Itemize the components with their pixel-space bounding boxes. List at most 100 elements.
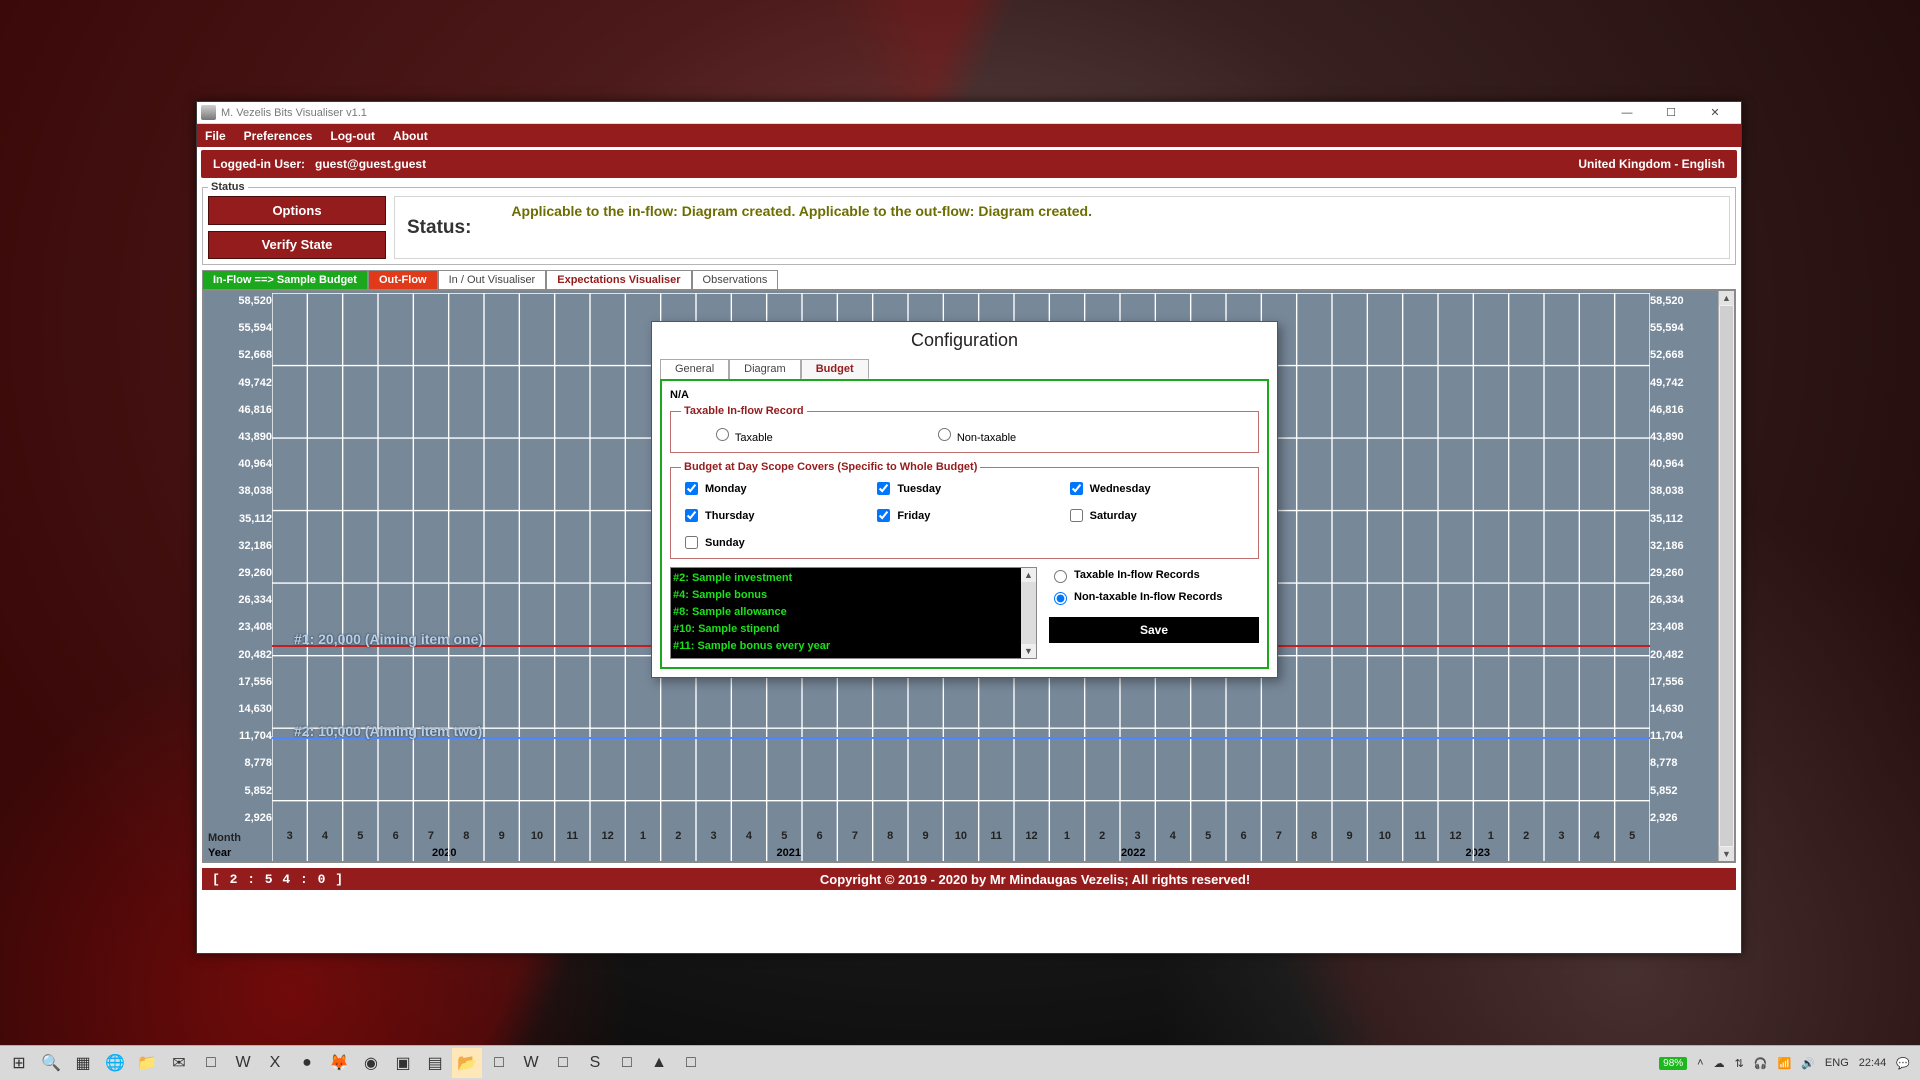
day-checkbox-input-sun[interactable]	[685, 536, 698, 549]
day-checkbox-sun[interactable]: Sunday	[681, 533, 863, 552]
taskbar-app-icon[interactable]: □	[548, 1048, 578, 1078]
tray-notifications-icon[interactable]: 💬	[1896, 1057, 1910, 1070]
tray-speaker-icon[interactable]: 🔊	[1801, 1057, 1815, 1070]
menu-about[interactable]: About	[393, 129, 428, 143]
day-checkbox-tue[interactable]: Tuesday	[873, 479, 1055, 498]
day-checkbox-input-wed[interactable]	[1070, 482, 1083, 495]
list-item[interactable]: #11: Sample bonus every year	[673, 638, 1034, 655]
day-checkbox-fri[interactable]: Friday	[873, 506, 1055, 525]
taskbar-app-icon[interactable]: 📁	[132, 1048, 162, 1078]
tray-audio-icon[interactable]: 🎧	[1754, 1057, 1768, 1070]
day-checkbox-wed[interactable]: Wednesday	[1066, 479, 1248, 498]
maximize-button[interactable]: ☐	[1649, 103, 1693, 123]
taskbar-app-icon[interactable]: ▤	[420, 1048, 450, 1078]
scroll-track[interactable]	[1021, 582, 1036, 644]
tray-cloud-icon[interactable]: ☁	[1714, 1057, 1725, 1070]
chart-scrollbar[interactable]: ▲ ▼	[1718, 291, 1734, 861]
target-annotation-1: #2: 10,000 (Aiming item two)	[294, 723, 482, 739]
day-label-sun: Sunday	[705, 537, 745, 549]
filter-nontaxable-label: Non-taxable In-flow Records	[1074, 591, 1223, 603]
verify-state-button[interactable]: Verify State	[208, 231, 386, 260]
scroll-up-icon[interactable]: ▲	[1719, 291, 1734, 305]
taskbar-app-icon[interactable]: ▦	[68, 1048, 98, 1078]
day-checkbox-input-sat[interactable]	[1070, 509, 1083, 522]
minimize-button[interactable]: —	[1605, 103, 1649, 123]
taskbar-app-icon[interactable]: 📂	[452, 1048, 482, 1078]
tray-clock[interactable]: 22:44	[1859, 1057, 1887, 1069]
nontaxable-radio-input[interactable]	[938, 428, 951, 441]
tray-chevron-icon[interactable]: ˄	[1697, 1057, 1703, 1069]
scroll-up-icon[interactable]: ▲	[1021, 568, 1036, 582]
day-checkbox-sat[interactable]: Saturday	[1066, 506, 1248, 525]
status-legend: Status	[208, 181, 248, 193]
list-item[interactable]: #8: Sample allowance	[673, 604, 1034, 621]
day-checkbox-thu[interactable]: Thursday	[681, 506, 863, 525]
day-label-mon: Monday	[705, 483, 747, 495]
save-button[interactable]: Save	[1049, 617, 1259, 643]
menu-preferences[interactable]: Preferences	[244, 129, 313, 143]
tray-network-icon[interactable]: ⇅	[1735, 1057, 1744, 1070]
listbox-scrollbar[interactable]: ▲ ▼	[1021, 568, 1036, 658]
list-item[interactable]: #2: Sample investment	[673, 570, 1034, 587]
taskbar-app-icon[interactable]: ◉	[356, 1048, 386, 1078]
tab-inflow[interactable]: In-Flow ==> Sample Budget	[202, 270, 368, 289]
taskbar-app-icon[interactable]: ✉	[164, 1048, 194, 1078]
list-item[interactable]: #10: Sample stipend	[673, 621, 1034, 638]
configuration-dialog: Configuration General Diagram Budget N/A…	[651, 321, 1278, 678]
y-tick-label: 8,778	[1650, 757, 1714, 769]
taskbar-app-icon[interactable]: S	[580, 1048, 610, 1078]
taskbar-app-icon[interactable]: ▲	[644, 1048, 674, 1078]
taskbar-app-icon[interactable]: ⊞	[4, 1048, 34, 1078]
taskbar-app-icon[interactable]: □	[612, 1048, 642, 1078]
taskbar-app-icon[interactable]: ●	[292, 1048, 322, 1078]
taxable-radio-input[interactable]	[716, 428, 729, 441]
taxable-radio[interactable]: Taxable	[711, 425, 773, 444]
filter-taxable-radio-input[interactable]	[1054, 570, 1067, 583]
tray-wifi-icon[interactable]: 📶	[1778, 1057, 1792, 1070]
day-checkbox-input-thu[interactable]	[685, 509, 698, 522]
config-tab-budget[interactable]: Budget	[801, 359, 869, 379]
menu-file[interactable]: File	[205, 129, 226, 143]
tab-outflow[interactable]: Out-Flow	[368, 270, 438, 289]
record-listbox[interactable]: #2: Sample investment#4: Sample bonus#8:…	[670, 567, 1037, 659]
day-checkbox-input-mon[interactable]	[685, 482, 698, 495]
y-tick-label: 14,630	[1650, 703, 1714, 715]
taskbar-app-icon[interactable]: □	[484, 1048, 514, 1078]
config-tab-diagram[interactable]: Diagram	[729, 359, 801, 379]
scroll-thumb[interactable]	[1720, 306, 1733, 846]
close-button[interactable]: ✕	[1693, 103, 1737, 123]
y-tick-label: 17,556	[208, 676, 272, 688]
tab-inout-visualiser[interactable]: In / Out Visualiser	[438, 270, 547, 289]
taskbar-app-icon[interactable]: W	[228, 1048, 258, 1078]
taskbar-app-icon[interactable]: □	[676, 1048, 706, 1078]
filter-taxable-radio[interactable]: Taxable In-flow Records	[1049, 567, 1259, 583]
tab-observations[interactable]: Observations	[692, 270, 779, 289]
y-tick-label: 29,260	[208, 567, 272, 579]
day-checkbox-input-tue[interactable]	[877, 482, 890, 495]
year-axis-label: Year	[204, 847, 276, 859]
titlebar[interactable]: M. Vezelis Bits Visualiser v1.1 — ☐ ✕	[197, 102, 1741, 124]
day-checkbox-mon[interactable]: Monday	[681, 479, 863, 498]
list-item[interactable]: #4: Sample bonus	[673, 587, 1034, 604]
config-tab-general[interactable]: General	[660, 359, 729, 379]
taskbar-app-icon[interactable]: W	[516, 1048, 546, 1078]
tab-expectations-visualiser[interactable]: Expectations Visualiser	[546, 270, 691, 289]
scroll-down-icon[interactable]: ▼	[1021, 644, 1036, 658]
taskbar-app-icon[interactable]: ▣	[388, 1048, 418, 1078]
taskbar-app-icon[interactable]: 🌐	[100, 1048, 130, 1078]
taskbar-app-icon[interactable]: X	[260, 1048, 290, 1078]
menu-logout[interactable]: Log-out	[330, 129, 375, 143]
taskbar-app-icon[interactable]: 🦊	[324, 1048, 354, 1078]
y-tick-label: 32,186	[208, 540, 272, 552]
filter-nontaxable-radio[interactable]: Non-taxable In-flow Records	[1049, 589, 1259, 605]
filter-nontaxable-radio-input[interactable]	[1054, 592, 1067, 605]
nontaxable-radio[interactable]: Non-taxable	[933, 425, 1016, 444]
taskbar-app-icon[interactable]: □	[196, 1048, 226, 1078]
taskbar-app-icon[interactable]: 🔍	[36, 1048, 66, 1078]
tray-language[interactable]: ENG	[1825, 1057, 1849, 1069]
scroll-down-icon[interactable]: ▼	[1719, 847, 1734, 861]
user-info-bar: Logged-in User: guest@guest.guest United…	[201, 150, 1737, 178]
day-checkbox-input-fri[interactable]	[877, 509, 890, 522]
battery-indicator[interactable]: 98%	[1659, 1057, 1687, 1070]
options-button[interactable]: Options	[208, 196, 386, 225]
